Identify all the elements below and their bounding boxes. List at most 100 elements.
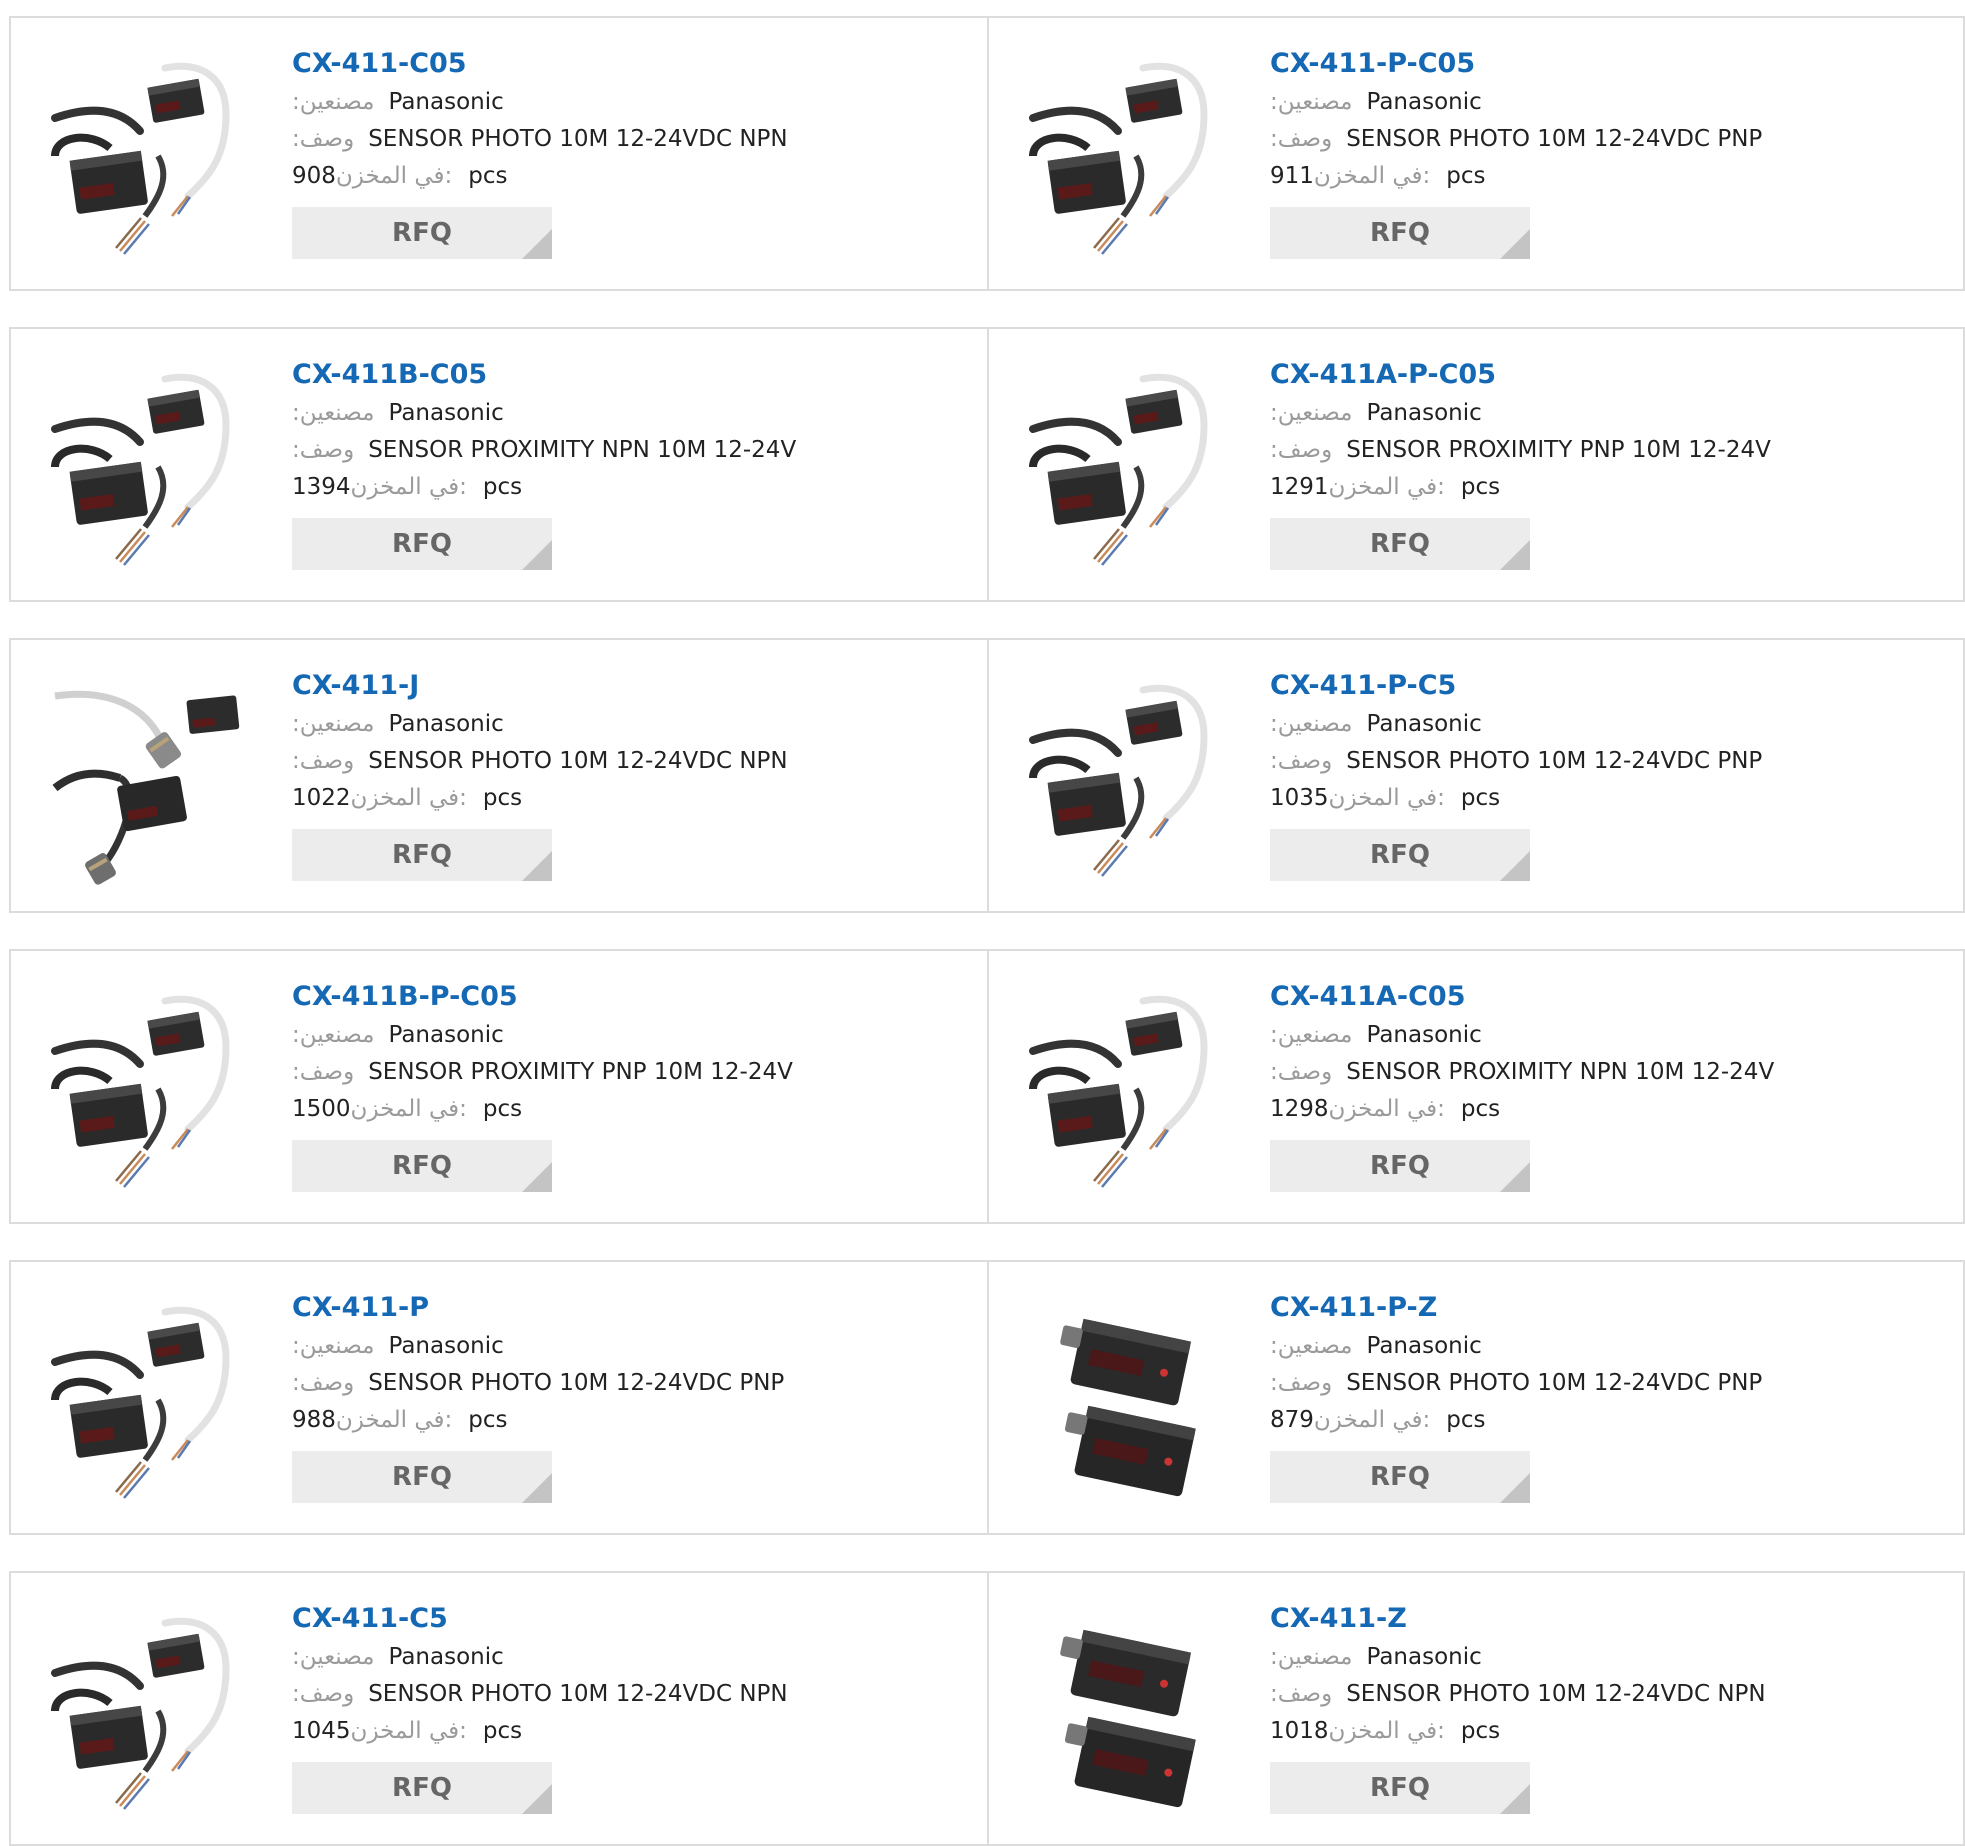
- manufacturer-value: Panasonic: [1366, 400, 1482, 426]
- rfq-button[interactable]: RFQ: [1270, 1762, 1530, 1814]
- part-number-link[interactable]: CX-411-J: [292, 668, 952, 704]
- stock-value: 988: [292, 1407, 336, 1433]
- rfq-button[interactable]: RFQ: [292, 1140, 552, 1192]
- product-card: CX-411-P-C5 :مصنعين Panasonic :وصف SENSOR …: [987, 640, 1963, 911]
- stock-unit: pcs: [468, 1407, 508, 1433]
- stock-row: 1035في المخزن: pcs: [1270, 780, 1930, 817]
- description-row: :وصف SENSOR PROXIMITY PNP 10M 12-24V: [292, 1054, 952, 1091]
- product-card: CX-411-C05 :مصنعين Panasonic :وصف SENSOR P…: [11, 18, 987, 289]
- stock-value: 1394: [292, 474, 351, 500]
- product-info: CX-411A-C05 :مصنعين Panasonic :وصف SENSOR …: [1270, 979, 1930, 1192]
- product-image[interactable]: [1028, 56, 1238, 266]
- stock-unit: pcs: [1446, 1407, 1486, 1433]
- rfq-button[interactable]: RFQ: [1270, 829, 1530, 881]
- part-number-link[interactable]: CX-411-Z: [1270, 1601, 1930, 1637]
- stock-label: في المخزن:: [1313, 163, 1431, 189]
- rfq-button[interactable]: RFQ: [1270, 518, 1530, 570]
- manufacturer-row: :مصنعين Panasonic: [1270, 395, 1930, 432]
- stock-label: في المخزن:: [1328, 785, 1445, 811]
- part-number-link[interactable]: CX-411-P-C05: [1270, 46, 1930, 82]
- product-card: CX-411-P :مصنعين Panasonic :وصف SENSOR PHO…: [11, 1262, 987, 1533]
- product-card: CX-411B-C05 :مصنعين Panasonic :وصف SENSOR …: [11, 329, 987, 600]
- part-number-link[interactable]: CX-411B-C05: [292, 357, 952, 393]
- product-card: CX-411-Z :مصنعين Panasonic :وصف SENSOR PHO…: [987, 1573, 1963, 1844]
- product-image[interactable]: [50, 989, 260, 1199]
- product-image[interactable]: [50, 1300, 260, 1510]
- sensor-cable-icon: [1029, 62, 1208, 255]
- stock-row: 908في المخزن: pcs: [292, 158, 952, 195]
- manufacturer-label: :مصنعين: [292, 89, 375, 115]
- rfq-corner-decoration: [1500, 851, 1530, 881]
- part-number-link[interactable]: CX-411-P: [292, 1290, 952, 1326]
- manufacturer-row: :مصنعين Panasonic: [1270, 706, 1930, 743]
- manufacturer-value: Panasonic: [388, 711, 504, 737]
- rfq-corner-decoration: [1500, 540, 1530, 570]
- stock-unit: pcs: [482, 474, 523, 500]
- product-image[interactable]: [50, 367, 260, 577]
- stock-unit: pcs: [482, 785, 523, 811]
- description-value: SENSOR PHOTO 10M 12-24VDC PNP: [1346, 748, 1763, 774]
- rfq-button[interactable]: RFQ: [292, 1451, 552, 1503]
- product-row: CX-411-J :مصنعين Panasonic :وصف SENSOR PHO…: [9, 638, 1965, 913]
- manufacturer-label: :مصنعين: [292, 711, 375, 737]
- product-image[interactable]: [1028, 989, 1238, 1199]
- product-image[interactable]: [1028, 678, 1238, 888]
- rfq-label: RFQ: [392, 1151, 452, 1181]
- rfq-button[interactable]: RFQ: [1270, 1140, 1530, 1192]
- rfq-button[interactable]: RFQ: [292, 207, 552, 259]
- part-number-link[interactable]: CX-411-C5: [292, 1601, 952, 1637]
- description-value: SENSOR PROXIMITY NPN 10M 12-24V: [368, 437, 797, 463]
- rfq-button[interactable]: RFQ: [292, 1762, 552, 1814]
- part-number-link[interactable]: CX-411-P-Z: [1270, 1290, 1930, 1326]
- sensor-cable-icon: [51, 995, 230, 1188]
- product-image[interactable]: [1028, 367, 1238, 577]
- product-info: CX-411-C05 :مصنعين Panasonic :وصف SENSOR P…: [292, 46, 952, 259]
- rfq-button[interactable]: RFQ: [1270, 207, 1530, 259]
- description-label: :وصف: [292, 437, 355, 463]
- rfq-button[interactable]: RFQ: [292, 518, 552, 570]
- product-image[interactable]: [1028, 1611, 1238, 1821]
- manufacturer-value: Panasonic: [388, 1644, 504, 1670]
- sensor-cable-icon: [51, 62, 230, 255]
- product-card: CX-411A-C05 :مصنعين Panasonic :وصف SENSOR …: [987, 951, 1963, 1222]
- manufacturer-value: Panasonic: [388, 1333, 504, 1359]
- product-image[interactable]: [1028, 1300, 1238, 1510]
- part-number-link[interactable]: CX-411-C05: [292, 46, 952, 82]
- part-number-link[interactable]: CX-411B-P-C05: [292, 979, 952, 1015]
- rfq-label: RFQ: [1370, 840, 1430, 870]
- description-value: SENSOR PHOTO 10M 12-24VDC NPN: [368, 748, 788, 774]
- description-label: :وصف: [1270, 1370, 1333, 1396]
- part-number-link[interactable]: CX-411A-P-C05: [1270, 357, 1930, 393]
- sensor-cable-icon: [1029, 995, 1208, 1188]
- product-image[interactable]: [50, 56, 260, 266]
- stock-value: 1045: [292, 1718, 351, 1744]
- rfq-button[interactable]: RFQ: [292, 829, 552, 881]
- part-number-link[interactable]: CX-411-P-C5: [1270, 668, 1930, 704]
- product-row: CX-411B-C05 :مصنعين Panasonic :وصف SENSOR …: [9, 327, 1965, 602]
- stock-value: 1291: [1270, 474, 1329, 500]
- rfq-label: RFQ: [1370, 1773, 1430, 1803]
- part-number-link[interactable]: CX-411A-C05: [1270, 979, 1930, 1015]
- stock-unit: pcs: [1460, 785, 1501, 811]
- sensor-cable-icon: [51, 1306, 230, 1499]
- description-row: :وصف SENSOR PHOTO 10M 12-24VDC PNP: [1270, 1365, 1930, 1402]
- product-info: CX-411A-P-C05 :مصنعين Panasonic :وصف SENSO…: [1270, 357, 1930, 570]
- product-row: CX-411B-P-C05 :مصنعين Panasonic :وصف SENSO…: [9, 949, 1965, 1224]
- description-label: :وصف: [292, 1059, 355, 1085]
- product-info: CX-411-J :مصنعين Panasonic :وصف SENSOR PHO…: [292, 668, 952, 881]
- description-label: :وصف: [1270, 1681, 1333, 1707]
- manufacturer-label: :مصنعين: [292, 1022, 375, 1048]
- product-info: CX-411B-C05 :مصنعين Panasonic :وصف SENSOR …: [292, 357, 952, 570]
- stock-unit: pcs: [1460, 474, 1501, 500]
- description-value: SENSOR PROXIMITY PNP 10M 12-24V: [1346, 437, 1771, 463]
- product-image[interactable]: [50, 1611, 260, 1821]
- rfq-button[interactable]: RFQ: [1270, 1451, 1530, 1503]
- manufacturer-row: :مصنعين Panasonic: [292, 395, 952, 432]
- rfq-corner-decoration: [522, 1162, 552, 1192]
- manufacturer-value: Panasonic: [1366, 1644, 1482, 1670]
- product-image[interactable]: [50, 678, 260, 888]
- description-value: SENSOR PROXIMITY NPN 10M 12-24V: [1346, 1059, 1775, 1085]
- stock-label: في المخزن:: [1328, 474, 1445, 500]
- rfq-corner-decoration: [522, 540, 552, 570]
- rfq-corner-decoration: [1500, 1784, 1530, 1814]
